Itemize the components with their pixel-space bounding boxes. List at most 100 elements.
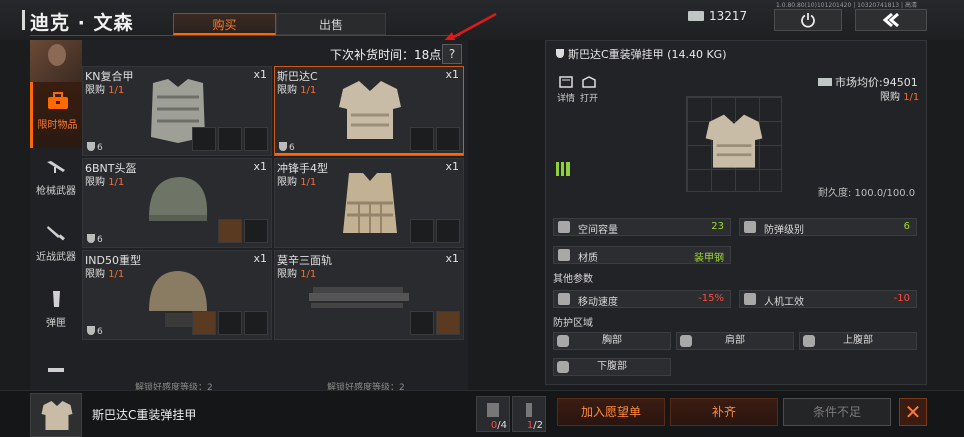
merchant-face [48, 44, 66, 66]
armor-vest-image [339, 81, 401, 139]
item-quantity: x1 [445, 252, 459, 265]
info-icon [559, 76, 573, 88]
open-button[interactable]: 打开 [578, 76, 600, 104]
material-icon [558, 249, 570, 261]
rail-image [309, 287, 409, 308]
shield-icon [744, 221, 756, 233]
category-label: 近战武器 [36, 252, 76, 263]
zone-lower-abdomen: 下腹部 [553, 358, 671, 376]
ammo-icon [48, 368, 64, 372]
item-limit: 限购 1/1 [85, 269, 125, 280]
armor-vest-preview [705, 114, 763, 168]
pistol-icon [744, 293, 756, 305]
item-card-spartan-c[interactable]: 斯巴达C 限购 1/1 x1 6 [274, 66, 464, 156]
category-label: 弹匣 [46, 318, 66, 329]
upper-abdomen-icon [803, 335, 815, 347]
tab-divider [30, 35, 460, 36]
stat-ergonomics: 人机工效 -10 [739, 290, 917, 308]
material-slots [192, 311, 268, 335]
item-armor-level: 6 [87, 234, 103, 245]
backpack-icon [558, 221, 570, 233]
item-quantity: x1 [445, 160, 459, 173]
material-slots [218, 219, 268, 243]
detail-limit: 限购 1/1 [880, 92, 920, 103]
item-limit: 限购 1/1 [277, 177, 317, 188]
material-icon [526, 403, 532, 417]
stat-capacity: 空间容量 23 [553, 218, 731, 236]
item-quantity: x1 [253, 252, 267, 265]
selected-item-name: 斯巴达C重装弹挂甲 [92, 408, 197, 422]
category-melee[interactable]: 近战武器 [30, 214, 82, 280]
chest-rig-image [343, 173, 397, 233]
detail-title: 斯巴达C重装弹挂甲 (14.40 KG) [556, 46, 726, 62]
item-quantity: x1 [445, 68, 459, 81]
item-card-raider-4[interactable]: 冲锋手4型 限购 1/1 x1 [274, 158, 464, 248]
item-quantity: x1 [253, 68, 267, 81]
item-limit: 限购 1/1 [85, 85, 125, 96]
material-icon [487, 403, 499, 417]
restock-button[interactable]: 补齐 [670, 398, 778, 426]
required-material-2: 1/2 [512, 396, 546, 432]
armor-vest-thumb-image [41, 401, 73, 430]
box-open-icon [582, 76, 596, 88]
category-sidebar: 限时物品 枪械武器 近战武器 弹匣 [30, 82, 82, 390]
title-marker [22, 10, 25, 30]
rifle-icon [47, 161, 65, 173]
item-card-ind50-helmet[interactable]: IND50重型 限购 1/1 x1 6 [82, 250, 272, 340]
cash-icon [688, 11, 704, 21]
cash-icon [818, 78, 832, 86]
material-slots [410, 311, 460, 335]
item-card-mosin-rail[interactable]: 莫辛三面轨 限购 1/1 x1 [274, 250, 464, 340]
stat-material: 材质 装甲钢 [553, 246, 731, 264]
merchant-name: 迪克 · 文森 [30, 12, 134, 34]
category-magazines[interactable]: 弹匣 [30, 280, 82, 346]
category-guns[interactable]: 枪械武器 [30, 148, 82, 214]
knife-icon [47, 226, 65, 241]
required-material-1: 0/4 [476, 396, 510, 432]
back-button[interactable] [855, 9, 927, 31]
running-icon [558, 293, 570, 305]
briefcase-icon [47, 92, 68, 109]
zone-upper-abdomen: 上腹部 [799, 332, 917, 350]
info-button[interactable]: 详情 [556, 76, 576, 104]
shoulder-icon [680, 335, 692, 347]
add-to-wishlist-button[interactable]: 加入愿望单 [557, 398, 665, 426]
close-button[interactable]: ✕ [899, 398, 927, 426]
version-info: 1.0.80.80(10)101201420 | 10320741813 | 高… [776, 2, 917, 9]
zone-chest: 胸部 [553, 332, 671, 350]
grid-size-icon [556, 162, 570, 176]
zone-shoulders: 肩部 [676, 332, 794, 350]
item-card-kn-armor[interactable]: KN复合甲 限购 1/1 x1 6 [82, 66, 272, 156]
lower-abdomen-icon [557, 361, 569, 373]
other-params-heading: 其他参数 [553, 274, 593, 285]
category-more[interactable] [30, 346, 82, 390]
item-armor-level: 6 [279, 142, 295, 153]
item-quantity: x1 [253, 160, 267, 173]
tab-buy[interactable]: 购买 [173, 13, 276, 35]
help-button[interactable]: ? [442, 44, 462, 64]
material-slots [192, 127, 268, 151]
restock-time: 下次补货时间：18点 [330, 48, 442, 62]
stat-move-speed: 移动速度 -15% [553, 290, 731, 308]
helmet-image [149, 177, 208, 221]
chest-icon [557, 335, 569, 347]
material-slots [410, 219, 460, 243]
shield-icon [556, 49, 564, 58]
back-arrow-icon [882, 13, 899, 27]
power-button[interactable] [774, 9, 842, 31]
power-icon [801, 13, 815, 28]
selected-item-thumbnail [30, 393, 82, 437]
item-armor-level: 6 [87, 142, 103, 153]
protection-zones-heading: 防护区域 [553, 318, 593, 329]
buy-button-disabled[interactable]: 条件不足 [783, 398, 891, 426]
material-slots [410, 127, 460, 151]
category-limited[interactable]: 限时物品 [30, 82, 82, 148]
magazine-icon [53, 291, 60, 307]
durability: 耐久度: 100.0/100.0 [818, 188, 916, 199]
category-label: 限时物品 [37, 120, 78, 131]
category-label: 枪械武器 [36, 186, 76, 197]
item-card-6bnt-helmet[interactable]: 6BNT头盔 限购 1/1 x1 6 [82, 158, 272, 248]
item-limit: 限购 1/1 [85, 177, 125, 188]
item-armor-level: 6 [87, 326, 103, 337]
tab-sell[interactable]: 出售 [276, 13, 386, 35]
